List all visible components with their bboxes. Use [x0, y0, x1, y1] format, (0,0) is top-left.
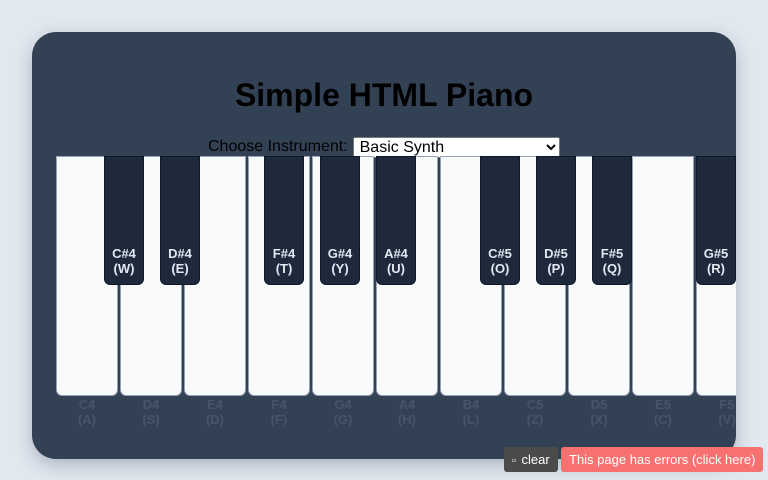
black-key-label: G#5 (R) — [697, 246, 735, 276]
white-key-note: D4 — [142, 397, 160, 412]
white-key-shortcut: (H) — [397, 412, 417, 427]
black-key-shortcut: (T) — [275, 261, 293, 276]
white-key-note: E5 — [655, 397, 671, 412]
page-errors-button[interactable]: This page has errors (click here) — [561, 447, 764, 472]
black-key-label: D#5 (P) — [537, 246, 575, 276]
piano-keyboard: C4 (A) D4 (S) E4 (D) F4 (F) G4 (G) A4 (H… — [32, 32, 736, 459]
black-key-label: F#5 (Q) — [593, 246, 631, 276]
white-key-label: C4 (A) — [55, 397, 119, 427]
white-key-label: F5 (V) — [695, 397, 736, 427]
white-key-shortcut: (C) — [653, 412, 673, 427]
black-key-note: C#5 — [488, 246, 512, 261]
white-key-shortcut: (G) — [333, 412, 353, 427]
white-key-shortcut: (D) — [205, 412, 225, 427]
white-key-shortcut: (A) — [77, 412, 97, 427]
white-key-shortcut: (X) — [590, 412, 608, 427]
black-key-note: C#4 — [112, 246, 136, 261]
black-key-shortcut: (U) — [386, 261, 406, 276]
black-key-label: C#4 (W) — [105, 246, 143, 276]
white-key-shortcut: (Z) — [526, 412, 544, 427]
white-key-note: E4 — [207, 397, 223, 412]
white-key-label: A4 (H) — [375, 397, 439, 427]
black-key-note: F#5 — [600, 246, 624, 261]
white-key-note: D5 — [590, 397, 608, 412]
black-key-f-sharp-5[interactable]: F#5 (Q) — [592, 156, 632, 285]
black-key-note: F#4 — [272, 246, 296, 261]
white-key-shortcut: (L) — [462, 412, 480, 427]
white-key-note: A4 — [398, 397, 416, 412]
black-key-note: G#4 — [327, 246, 353, 261]
white-key-note: B4 — [462, 397, 480, 412]
white-key-label: B4 (L) — [439, 397, 503, 427]
white-key-note: C4 — [78, 397, 96, 412]
clear-label: clear — [521, 452, 550, 467]
trash-icon: ▫ — [512, 455, 516, 467]
white-key-label: G4 (G) — [311, 397, 375, 427]
black-key-label: D#4 (E) — [161, 246, 199, 276]
white-key-note: C5 — [526, 397, 544, 412]
black-key-label: A#4 (U) — [377, 246, 415, 276]
black-key-label: G#4 (Y) — [321, 246, 359, 276]
white-key-note: F5 — [719, 397, 735, 412]
black-key-shortcut: (O) — [490, 261, 510, 276]
black-key-shortcut: (E) — [171, 261, 189, 276]
black-key-shortcut: (R) — [706, 261, 726, 276]
black-key-g-sharp-5[interactable]: G#5 (R) — [696, 156, 736, 285]
clear-button[interactable]: ▫ clear — [504, 447, 558, 472]
black-key-shortcut: (Q) — [602, 261, 622, 276]
black-key-d-sharp-4[interactable]: D#4 (E) — [160, 156, 200, 285]
black-key-f-sharp-4[interactable]: F#4 (T) — [264, 156, 304, 285]
white-key-shortcut: (F) — [270, 412, 288, 427]
white-key-label: D4 (S) — [119, 397, 183, 427]
white-key-label: C5 (Z) — [503, 397, 567, 427]
black-key-shortcut: (W) — [113, 261, 135, 276]
piano-panel: Simple HTML Piano Choose Instrument: Bas… — [32, 32, 736, 459]
black-key-label: C#5 (O) — [481, 246, 519, 276]
black-key-shortcut: (Y) — [331, 261, 349, 276]
white-key-shortcut: (V) — [718, 412, 736, 427]
white-key-label: E5 (C) — [631, 397, 695, 427]
black-key-note: D#5 — [544, 246, 568, 261]
black-key-shortcut: (P) — [547, 261, 565, 276]
white-key-e5[interactable] — [632, 156, 694, 396]
black-key-label: F#4 (T) — [265, 246, 303, 276]
white-key-note: G4 — [334, 397, 352, 412]
black-key-g-sharp-4[interactable]: G#4 (Y) — [320, 156, 360, 285]
white-key-label: F4 (F) — [247, 397, 311, 427]
black-key-d-sharp-5[interactable]: D#5 (P) — [536, 156, 576, 285]
black-key-note: A#4 — [384, 246, 408, 261]
white-key-shortcut: (S) — [142, 412, 160, 427]
black-key-note: D#4 — [168, 246, 192, 261]
black-key-note: G#5 — [703, 246, 729, 261]
black-key-c-sharp-5[interactable]: C#5 (O) — [480, 156, 520, 285]
white-key-label: D5 (X) — [567, 397, 631, 427]
white-key-note: F4 — [271, 397, 287, 412]
black-key-c-sharp-4[interactable]: C#4 (W) — [104, 156, 144, 285]
white-key-label: E4 (D) — [183, 397, 247, 427]
black-key-a-sharp-4[interactable]: A#4 (U) — [376, 156, 416, 285]
